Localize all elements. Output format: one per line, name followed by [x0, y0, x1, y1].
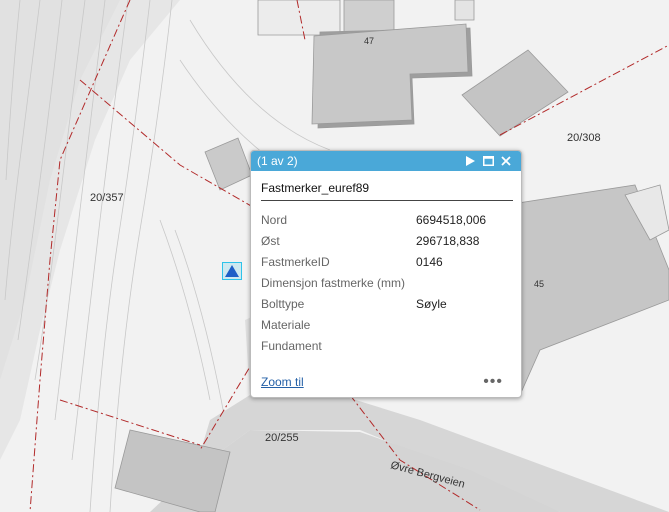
- attribute-value: [416, 314, 511, 335]
- attribute-row: Materiale: [261, 314, 511, 335]
- close-button[interactable]: [497, 153, 515, 169]
- attribute-key: Bolttype: [261, 296, 305, 311]
- attribute-key: Dimensjon fastmerke (mm): [261, 275, 406, 290]
- next-feature-button[interactable]: [461, 153, 479, 169]
- attribute-row: Dimensjon fastmerke (mm): [261, 272, 511, 293]
- popup-footer: Zoom til •••: [261, 374, 503, 390]
- attribute-row: Bolttype Søyle: [261, 293, 511, 314]
- attribute-value: 6694518,006: [416, 212, 487, 227]
- attribute-value: [416, 335, 511, 356]
- attribute-key: Øst: [261, 233, 280, 248]
- maximize-icon: [482, 156, 494, 166]
- attribute-table: Nord 6694518,006 Øst 296718,838 FastmerkeI…: [261, 209, 511, 356]
- feature-popup: (1 av 2) Fastmerker_euref89 Nord 6694518,…: [250, 150, 522, 398]
- maximize-button[interactable]: [479, 153, 497, 169]
- feature-counter: (1 av 2): [257, 154, 298, 168]
- attribute-value: Søyle: [416, 296, 447, 311]
- parcel-label-20-308: 20/308: [567, 132, 601, 144]
- attribute-row: FastmerkeID 0146: [261, 251, 511, 272]
- play-icon: [465, 156, 475, 166]
- popup-title: Fastmerker_euref89: [261, 181, 513, 201]
- attribute-key: Nord: [261, 212, 288, 227]
- attribute-row: Øst 296718,838: [261, 230, 511, 251]
- house-number-45: 45: [534, 279, 545, 289]
- attribute-key: FastmerkeID: [261, 254, 330, 269]
- triangle-marker-icon: [225, 265, 239, 277]
- attribute-key: Fundament: [261, 338, 322, 353]
- house-number-47: 47: [364, 36, 375, 46]
- zoom-to-link[interactable]: Zoom til: [261, 375, 304, 389]
- more-icon[interactable]: •••: [483, 374, 503, 390]
- attribute-key: Materiale: [261, 317, 311, 332]
- attribute-value: [416, 272, 511, 293]
- selected-survey-marker[interactable]: [222, 262, 242, 280]
- parcel-label-20-255: 20/255: [265, 432, 299, 444]
- attribute-value: 0146: [416, 254, 443, 269]
- close-icon: [501, 156, 511, 166]
- attribute-row: Nord 6694518,006: [261, 209, 511, 230]
- parcel-label-20-357: 20/357: [90, 192, 124, 204]
- attribute-row: Fundament: [261, 335, 511, 356]
- popup-header: (1 av 2): [251, 151, 521, 171]
- attribute-value: 296718,838: [416, 233, 480, 248]
